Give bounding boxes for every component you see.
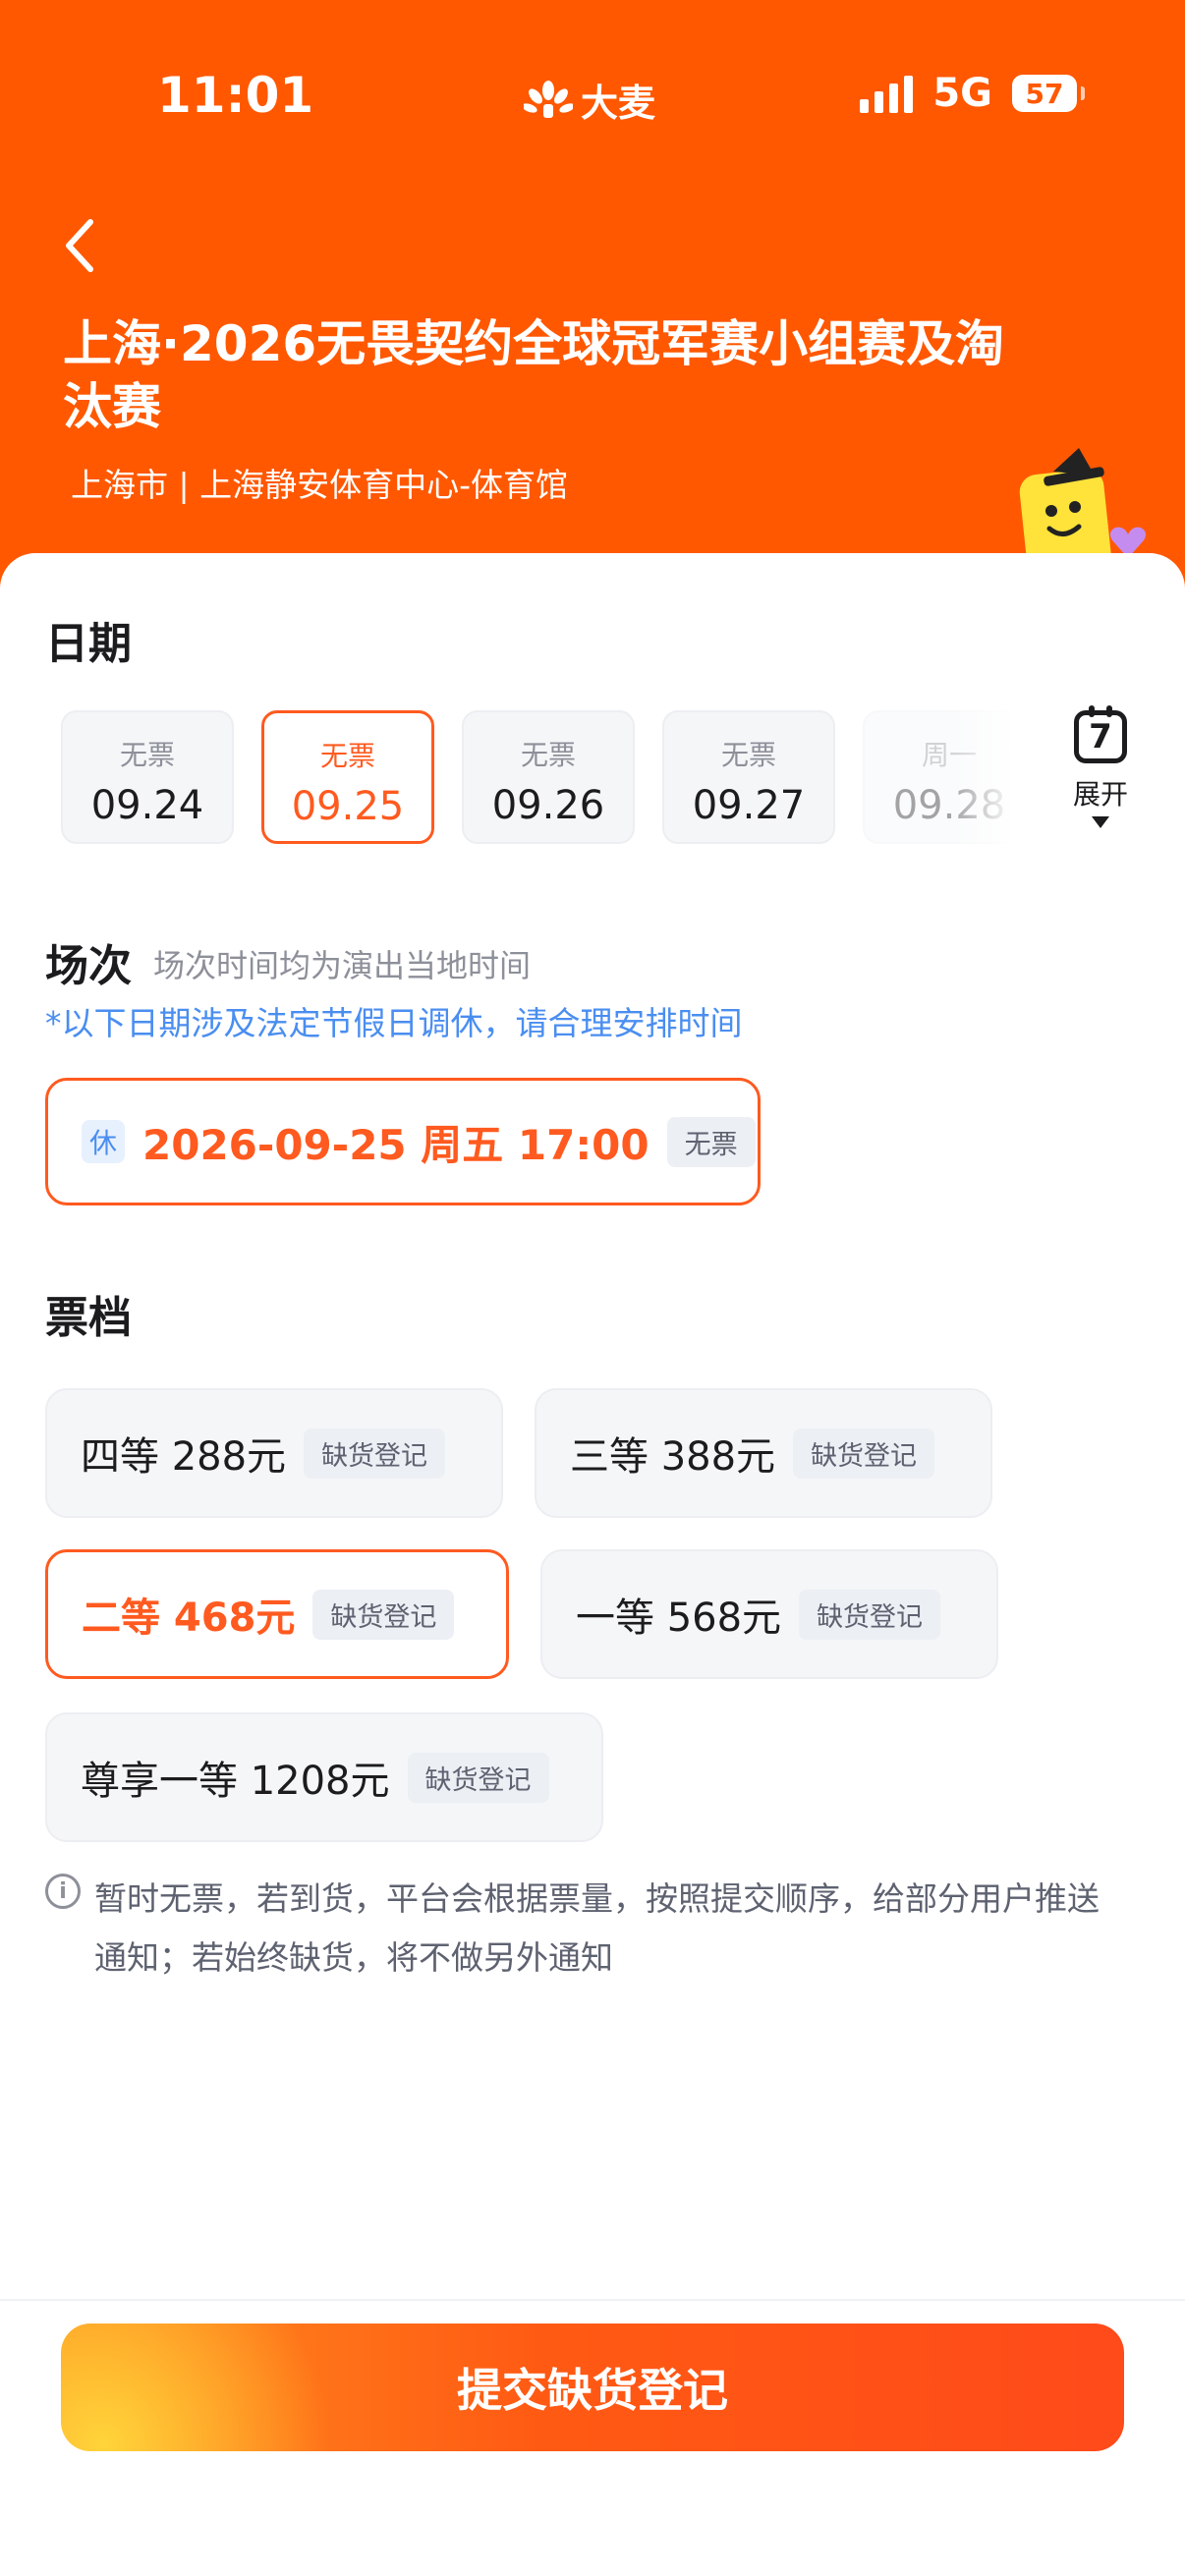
tier-label: 尊享一等 1208元 <box>81 1759 390 1804</box>
expand-label: 展开 <box>1072 778 1128 811</box>
notice-text: 暂时无票，若到货，平台会根据票量，按照提交顺序，给部分用户推送通知；若始终缺货，… <box>94 1879 1100 1977</box>
session-option-selected[interactable]: 休 2026-09-25 周五 17:00 无票 <box>45 1078 761 1205</box>
date-row-fade <box>951 710 1010 848</box>
ticket-section-title: 票档 <box>45 1293 132 1343</box>
holiday-note: *以下日期涉及法定节假日调休，请合理安排时间 <box>45 1004 743 1042</box>
holiday-tag: 休 <box>82 1120 125 1163</box>
session-time: 2026-09-25 周五 17:00 <box>142 1120 649 1169</box>
date-option[interactable]: 无票 09.26 <box>462 710 635 844</box>
date-value: 09.24 <box>90 783 204 828</box>
signal-icon <box>860 74 914 113</box>
network-label: 5G <box>932 71 992 116</box>
expand-calendar-button[interactable]: 7 展开 <box>1061 705 1140 828</box>
date-status: 无票 <box>520 739 576 771</box>
ticket-tier-option-selected[interactable]: 二等 468元 缺货登记 <box>45 1549 509 1679</box>
date-status: 无票 <box>720 739 776 771</box>
date-option[interactable]: 无票 09.24 <box>61 710 234 844</box>
date-option[interactable]: 无票 09.27 <box>662 710 835 844</box>
ticket-tier-option[interactable]: 三等 388元 缺货登记 <box>535 1388 992 1518</box>
date-status: 无票 <box>119 739 175 771</box>
submit-waitlist-button[interactable]: 提交缺货登记 <box>61 2324 1124 2451</box>
event-venue: 上海市 | 上海静安体育中心-体育馆 <box>71 466 569 504</box>
tier-label: 二等 468元 <box>82 1596 296 1641</box>
booking-sheet: 日期 无票 09.24 无票 09.25 无票 09.26 无票 09.27 周… <box>0 553 1185 2576</box>
date-section-title: 日期 <box>45 619 132 669</box>
waitlist-tag: 缺货登记 <box>799 1589 941 1640</box>
status-time: 11:01 <box>157 67 314 124</box>
status-indicators: 5G 57 <box>860 71 1085 116</box>
event-title: 上海·2026无畏契约全球冠军赛小组赛及淘汰赛 <box>63 315 1005 435</box>
session-subtitle: 场次时间均为演出当地时间 <box>153 947 532 984</box>
calendar-icon-number: 7 <box>1089 717 1112 756</box>
ticket-tier-option[interactable]: 一等 568元 缺货登记 <box>540 1549 998 1679</box>
date-option-selected[interactable]: 无票 09.25 <box>261 710 434 844</box>
calendar-icon: 7 <box>1074 705 1127 763</box>
session-status-badge: 无票 <box>666 1116 756 1167</box>
session-section-title: 场次 <box>45 941 132 991</box>
date-value: 09.26 <box>491 783 605 828</box>
date-value: 09.27 <box>692 783 806 828</box>
waitlist-tag: 缺货登记 <box>312 1589 455 1640</box>
restock-notice: i 暂时无票，若到货，平台会根据票量，按照提交顺序，给部分用户推送通知；若始终缺… <box>45 1870 1126 1988</box>
footer-divider <box>0 2299 1185 2301</box>
tier-label: 一等 568元 <box>576 1596 782 1641</box>
battery-level: 57 <box>1025 77 1064 110</box>
waitlist-tag: 缺货登记 <box>304 1428 446 1479</box>
app-logo: 大麦 <box>524 73 655 127</box>
app-logo-text: 大麦 <box>581 82 656 125</box>
header: 11:01 大麦 5G 57 上海·2026无畏契约全球冠军赛小组赛及淘汰赛 上… <box>0 0 1185 589</box>
date-selector: 无票 09.24 无票 09.25 无票 09.26 无票 09.27 周一 0… <box>61 710 1010 848</box>
waitlist-tag: 缺货登记 <box>793 1428 935 1479</box>
info-icon: i <box>45 1874 81 1909</box>
back-button[interactable] <box>55 216 104 275</box>
date-status: 无票 <box>319 740 375 772</box>
battery-icon: 57 <box>1012 75 1085 112</box>
ticket-tier-option[interactable]: 四等 288元 缺货登记 <box>45 1388 503 1518</box>
waitlist-tag: 缺货登记 <box>407 1752 549 1803</box>
chevron-left-icon <box>66 219 93 272</box>
tier-label: 三等 388元 <box>570 1434 776 1480</box>
tier-label: 四等 288元 <box>81 1434 287 1480</box>
ticket-tier-option[interactable]: 尊享一等 1208元 缺货登记 <box>45 1712 603 1842</box>
date-value: 09.25 <box>291 784 405 829</box>
caret-down-icon <box>1092 816 1109 828</box>
damai-logo-icon <box>524 80 573 118</box>
